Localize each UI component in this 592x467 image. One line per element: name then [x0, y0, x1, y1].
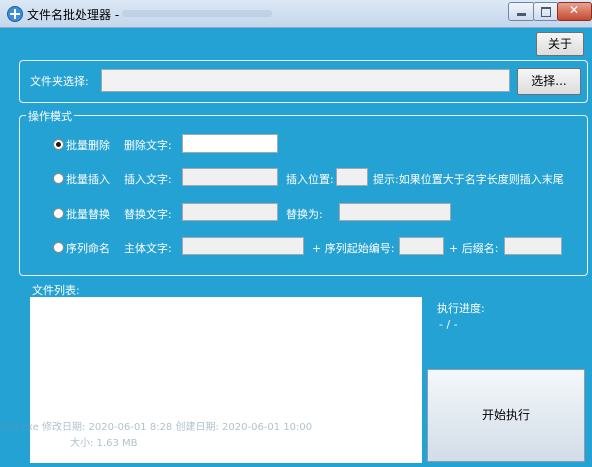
sequence-body-label: 主体文字: — [124, 242, 172, 255]
delete-text-input[interactable] — [182, 134, 278, 153]
choose-folder-button[interactable]: 选择... — [517, 68, 581, 95]
app-icon — [7, 6, 23, 22]
insert-position-input[interactable] — [336, 168, 368, 186]
sequence-start-input[interactable] — [399, 237, 444, 255]
radio-sequence[interactable] — [53, 242, 64, 253]
maximize-button[interactable] — [533, 2, 559, 21]
progress-value: - / - — [439, 318, 458, 331]
radio-sequence-label: 序列命名 — [66, 242, 110, 255]
close-button[interactable] — [557, 2, 592, 21]
radio-insert[interactable] — [53, 173, 64, 184]
radio-replace-label: 批量替换 — [66, 208, 110, 221]
sequence-suffix-input[interactable] — [504, 237, 562, 255]
replace-text-label: 替换文字: — [124, 208, 172, 221]
file-list-label: 文件列表: — [32, 284, 80, 297]
insert-text-label: 插入文字: — [124, 173, 172, 186]
radio-replace[interactable] — [53, 208, 64, 219]
insert-text-input[interactable] — [182, 168, 278, 186]
start-button[interactable]: 开始执行 — [427, 369, 585, 462]
radio-insert-label: 批量插入 — [66, 173, 110, 186]
ghost-text-line1: 0.0.exe 修改日期: 2020-06-01 8:28 创建日期: 2020… — [2, 422, 313, 433]
insert-hint: 提示:如果位置大于名字长度则插入末尾 — [373, 173, 564, 186]
about-button[interactable]: 关于 — [536, 32, 584, 56]
ghost-text-line2: 大小: 1.63 MB — [70, 438, 138, 449]
radio-delete-label: 批量删除 — [66, 139, 110, 152]
sequence-start-label: + 序列起始编号: — [312, 242, 395, 255]
folder-label: 文件夹选择: — [30, 75, 89, 88]
sequence-suffix-label: + 后缀名: — [449, 242, 499, 255]
replace-with-input[interactable] — [339, 203, 451, 221]
minimize-button[interactable] — [508, 2, 535, 21]
replace-text-input[interactable] — [182, 203, 278, 221]
replace-with-label: 替换为: — [286, 208, 323, 221]
insert-position-label: 插入位置: — [286, 173, 334, 186]
title-redacted-area — [122, 10, 272, 17]
progress-label: 执行进度: — [437, 302, 485, 315]
window-title: 文件名批处理器 - — [27, 8, 120, 22]
mode-legend: 操作模式 — [26, 108, 74, 124]
radio-delete[interactable] — [53, 139, 64, 150]
delete-text-label: 删除文字: — [124, 139, 172, 152]
folder-path-input[interactable] — [101, 69, 510, 92]
sequence-body-input[interactable] — [182, 237, 304, 255]
title-bar: 文件名批处理器 - — [0, 0, 592, 28]
